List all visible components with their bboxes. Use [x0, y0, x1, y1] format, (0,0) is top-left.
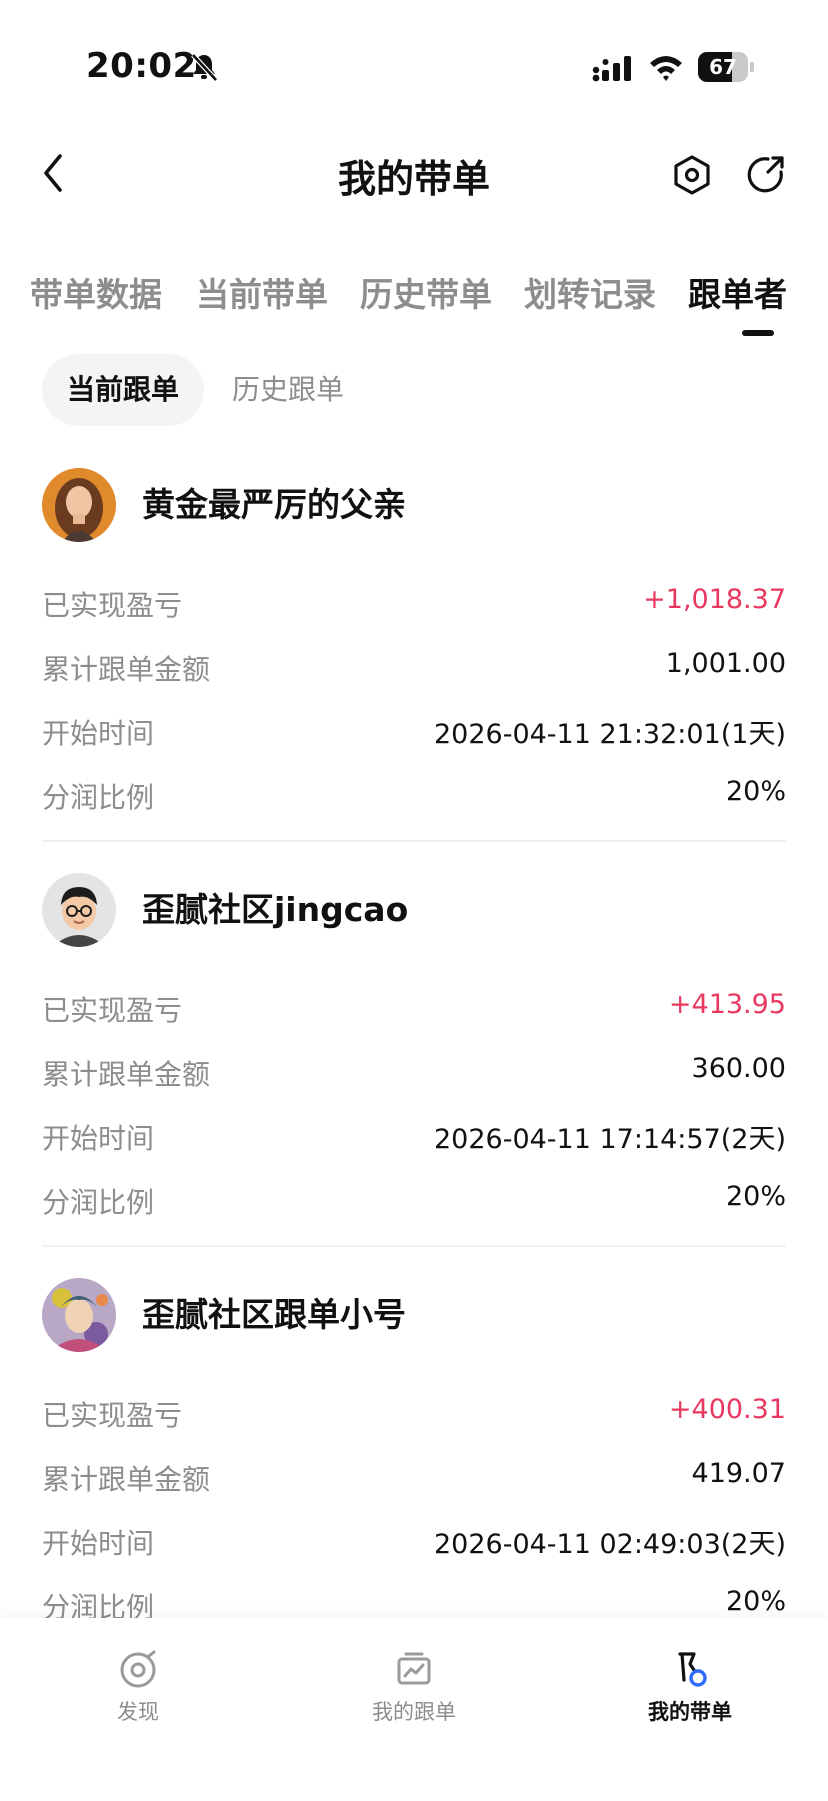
follower-name: 歪腻社区跟单小号	[142, 1295, 406, 1334]
subtab-current-follow[interactable]: 当前跟单	[42, 354, 204, 426]
pnl-value: +1,018.37	[643, 584, 786, 615]
active-tab-indicator	[742, 330, 774, 336]
status-time: 20:02	[86, 46, 197, 86]
bottom-tab-bar: 发现 我的跟单 我的带单	[0, 1618, 828, 1801]
wifi-icon	[650, 56, 682, 81]
battery-indicator: 67	[698, 52, 754, 82]
start-time-label: 开始时间	[42, 1527, 155, 1560]
pnl-label: 已实现盈亏	[42, 994, 183, 1027]
pnl-label: 已实现盈亏	[42, 1399, 183, 1432]
tab-followers[interactable]: 跟单者	[688, 268, 787, 316]
pnl-value: +413.95	[668, 989, 786, 1020]
pnl-row: 已实现盈亏 +1,018.37	[42, 576, 786, 626]
amount-value: 1,001.00	[665, 648, 786, 679]
amount-row: 累计跟单金额 1,001.00	[42, 640, 786, 690]
chart-icon	[397, 1652, 431, 1685]
lead-trade-icon	[678, 1652, 707, 1687]
back-icon[interactable]	[36, 150, 72, 196]
status-bar: 20:02 67	[0, 0, 828, 120]
avatar	[42, 873, 116, 947]
bottom-tab-my-follow[interactable]: 我的跟单	[334, 1650, 494, 1726]
pnl-row: 已实现盈亏 +413.95	[42, 981, 786, 1031]
tab-current-lead[interactable]: 当前带单	[196, 268, 328, 316]
tab-history-lead[interactable]: 历史带单	[360, 268, 492, 316]
tab-transfer-records[interactable]: 划转记录	[524, 268, 656, 316]
start-time-value: 2026-04-11 02:49:03(2天)	[433, 1529, 786, 1560]
page-title: 我的带单	[337, 157, 490, 201]
avatar	[42, 1278, 116, 1352]
follower-name: 歪腻社区jingcao	[142, 890, 409, 929]
tab-lead-data[interactable]: 带单数据	[30, 268, 162, 316]
bottom-tab-my-lead[interactable]: 我的带单	[610, 1650, 770, 1726]
main-tabs: 带单数据 当前带单 历史带单 划转记录 跟单者	[0, 262, 828, 342]
amount-value: 419.07	[691, 1458, 786, 1489]
start-time-value: 2026-04-11 17:14:57(2天)	[433, 1124, 786, 1155]
amount-label: 累计跟单金额	[42, 653, 211, 686]
start-time-label: 开始时间	[42, 717, 155, 750]
cellular-signal-icon	[592, 56, 631, 82]
divider	[42, 1245, 786, 1247]
bell-muted-icon	[191, 53, 218, 82]
subtab-history-follow[interactable]: 历史跟单	[232, 354, 344, 426]
bottom-tab-label: 我的带单	[648, 1700, 732, 1724]
profit-share-value: 20%	[725, 776, 786, 807]
bottom-tab-discover[interactable]: 发现	[58, 1650, 218, 1726]
profit-share-label: 分润比例	[42, 781, 155, 814]
divider	[42, 840, 786, 842]
battery-percent: 67	[709, 55, 737, 79]
pnl-value: +400.31	[668, 1394, 786, 1425]
start-time-value: 2026-04-11 21:32:01(1天)	[433, 719, 786, 750]
start-time-row: 开始时间 2026-04-11 02:49:03(2天)	[42, 1514, 786, 1564]
start-time-label: 开始时间	[42, 1122, 155, 1155]
settings-hexagon-icon[interactable]	[672, 154, 712, 196]
profit-share-value: 20%	[725, 1586, 786, 1617]
profit-share-row: 分润比例 20%	[42, 1173, 786, 1223]
profit-share-label: 分润比例	[42, 1186, 155, 1219]
bottom-tab-label: 我的跟单	[372, 1700, 456, 1724]
profit-share-value: 20%	[725, 1181, 786, 1212]
amount-row: 累计跟单金额 360.00	[42, 1045, 786, 1095]
amount-row: 累计跟单金额 419.07	[42, 1450, 786, 1500]
amount-label: 累计跟单金额	[42, 1058, 211, 1091]
amount-label: 累计跟单金额	[42, 1463, 211, 1496]
profit-share-row: 分润比例 20%	[42, 768, 786, 818]
avatar	[42, 468, 116, 542]
pnl-row: 已实现盈亏 +400.31	[42, 1386, 786, 1436]
share-icon[interactable]	[746, 154, 786, 194]
bottom-tab-label: 发现	[117, 1700, 159, 1724]
start-time-row: 开始时间 2026-04-11 17:14:57(2天)	[42, 1109, 786, 1159]
start-time-row: 开始时间 2026-04-11 21:32:01(1天)	[42, 704, 786, 754]
discover-icon	[120, 1650, 156, 1688]
pnl-label: 已实现盈亏	[42, 589, 183, 622]
follower-name: 黄金最严厉的父亲	[142, 485, 406, 524]
amount-value: 360.00	[691, 1053, 786, 1084]
